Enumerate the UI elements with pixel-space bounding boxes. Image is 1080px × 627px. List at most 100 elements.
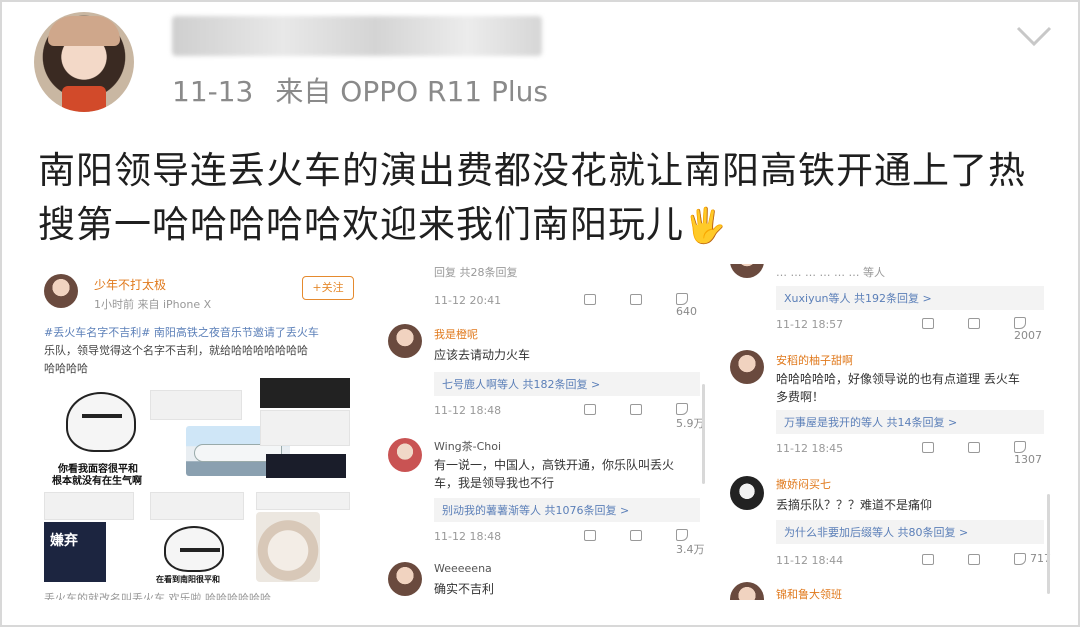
- image-text-snippet-2: [150, 492, 244, 520]
- shot3-c1-time: 11-12 18:57: [776, 318, 844, 331]
- like-icon: [676, 293, 688, 305]
- image-dark-stage: [260, 378, 350, 408]
- shot3-top-avatar: [730, 264, 764, 278]
- comment-icon[interactable]: [968, 552, 984, 565]
- post-body: 南阳领导连丢火车的演出费都没花就让南阳高铁开通上了热搜第一哈哈哈哈哈欢迎来我们南…: [38, 149, 1026, 246]
- image-text-snippet-3: [256, 492, 350, 510]
- scrollbar[interactable]: [1047, 494, 1050, 594]
- comment-icon[interactable]: [968, 440, 984, 466]
- shot2-c2-time: 11-12 18:48: [434, 404, 502, 417]
- comment-icon[interactable]: [968, 316, 984, 342]
- shot1-text-line2: 乐队，领导觉得这个名字不吉利，就给哈哈哈哈哈哈哈: [44, 344, 308, 357]
- shot3-c3-text: 丢摘乐队？？？难道不是痛仰: [776, 498, 933, 512]
- meme-face-image: [66, 392, 136, 452]
- dislike-sticker-text: 嫌弃: [50, 533, 78, 549]
- share-icon[interactable]: [922, 552, 938, 565]
- shot3-top-text: … … … … … … 等人: [776, 266, 885, 279]
- shot3-c2-actions: 1307: [922, 440, 1052, 466]
- embedded-screenshot-comments-1[interactable]: 回复 共28条回复 11-12 20:41 640 我是橙呢 应该去请动力火车 …: [382, 264, 707, 600]
- shot2-c3-text2: 车，我是领导我也不行: [434, 476, 555, 490]
- shot3-c3-time: 11-12 18:44: [776, 554, 844, 567]
- share-icon[interactable]: [584, 402, 600, 431]
- comment-icon[interactable]: [630, 402, 646, 431]
- shot2-c3-reply-summary[interactable]: 别动我的薯薯渐等人 共1076条回复 >: [434, 498, 700, 522]
- post-source: 来自 OPPO R11 Plus: [275, 75, 549, 108]
- post-meta: 11-13 来自 OPPO R11 Plus: [172, 70, 548, 110]
- shot2-c2-avatar: [388, 324, 422, 358]
- shot2-c3-text1: 有一说一，中国人，高铁开通，你乐队叫丢火: [434, 458, 675, 472]
- shot2-c3-actions: 3.4万: [584, 528, 707, 557]
- like-icon: [1014, 553, 1026, 565]
- shot2-c1-time: 11-12 20:41: [434, 294, 502, 307]
- scrollbar[interactable]: [702, 384, 705, 484]
- embedded-screenshot-weibo-post[interactable]: 少年不打太极 1小时前 来自 iPhone X +关注 #丢火车名字不吉利# 南…: [38, 264, 364, 600]
- shot3-c3-actions: 717: [922, 552, 1051, 565]
- username-blurred[interactable]: [172, 16, 542, 56]
- shot2-c3-user[interactable]: Wing茶-Choi: [434, 438, 501, 454]
- shot1-bottom-text: 丢火车的就改名叫丢火车 欢乐啦 哈哈哈哈哈哈: [44, 592, 271, 600]
- follow-button[interactable]: +关注: [302, 276, 354, 300]
- shot2-c2-user[interactable]: 我是橙呢: [434, 326, 478, 342]
- shot3-c1-actions: 2007: [922, 316, 1052, 342]
- dog-image: [256, 512, 320, 582]
- shot2-c2-text: 应该去请动力火车: [434, 348, 531, 362]
- shot2-c4-avatar: [388, 562, 422, 596]
- comment-icon[interactable]: [630, 528, 646, 557]
- like-icon: [676, 403, 688, 415]
- shot3-c2-time: 11-12 18:45: [776, 442, 844, 455]
- avatar[interactable]: [34, 12, 134, 112]
- shot3-c3-reply-summary[interactable]: 为什么非要加后缀等人 共80条回复 >: [776, 520, 1044, 544]
- like-button[interactable]: 640: [676, 292, 707, 318]
- chevron-down-icon[interactable]: [1016, 24, 1052, 48]
- shot3-c3-avatar: [730, 476, 764, 510]
- shot2-c3-time: 11-12 18:48: [434, 530, 502, 543]
- like-button[interactable]: 3.4万: [676, 528, 707, 557]
- shot1-meta: 1小时前 来自 iPhone X: [94, 298, 212, 311]
- shot3-c2-avatar: [730, 350, 764, 384]
- like-count: 5.9万: [676, 417, 705, 430]
- like-count: 3.4万: [676, 543, 705, 556]
- share-icon[interactable]: [584, 292, 600, 318]
- avatar-scarf: [62, 86, 106, 112]
- shot3-c2-text2: 多费啊！: [776, 390, 825, 404]
- share-icon[interactable]: [584, 528, 600, 557]
- meme-face-image-2: [164, 526, 224, 572]
- like-count: 2007: [1014, 329, 1042, 342]
- share-icon[interactable]: [922, 316, 938, 342]
- shot2-c2-reply-summary[interactable]: 七号鹿人啊等人 共182条回复 >: [434, 372, 700, 396]
- shot1-avatar: [44, 274, 78, 308]
- like-button[interactable]: 2007: [1014, 316, 1052, 342]
- embedded-screenshot-comments-2[interactable]: … … … … … … 等人 Xuxiyun等人 共192条回复 > 11-12…: [722, 264, 1052, 600]
- shot3-c4-avatar: [730, 582, 764, 600]
- shot3-c2-reply-summary[interactable]: 万事屋是我开的等人 共14条回复 >: [776, 410, 1044, 434]
- shot2-top-reply: 回复 共28条回复: [434, 266, 518, 279]
- shot2-c1-actions: 640: [584, 292, 707, 318]
- post-text: 南阳领导连丢火车的演出费都没花就让南阳高铁开通上了热搜第一哈哈哈哈哈欢迎来我们南…: [38, 144, 1048, 253]
- meme-caption-2: 根本就没有在生气啊: [52, 476, 142, 487]
- post-date: 11-13: [172, 75, 254, 108]
- like-button[interactable]: 717: [1014, 552, 1051, 565]
- shot2-c4-user[interactable]: Weeeeena: [434, 562, 492, 575]
- shot3-c1-reply-summary[interactable]: Xuxiyun等人 共192条回复 >: [776, 286, 1044, 310]
- comment-icon[interactable]: [630, 292, 646, 318]
- shot3-c3-user[interactable]: 撒娇闷买七: [776, 476, 831, 492]
- image-chat-snippet: [260, 410, 350, 446]
- image-screenshot-snippet: [150, 390, 242, 420]
- share-icon[interactable]: [922, 440, 938, 466]
- shot3-c4-user[interactable]: 锦和鲁大领班: [776, 586, 842, 600]
- shot1-username: 少年不打太极: [94, 278, 167, 292]
- like-count: 640: [676, 305, 697, 318]
- like-count: 1307: [1014, 453, 1042, 466]
- image-text-snippet-1: [44, 492, 134, 520]
- shot1-text-line3: 哈哈哈哈: [44, 362, 88, 375]
- hand-emoji-icon: 🖐: [684, 206, 728, 246]
- like-button[interactable]: 1307: [1014, 440, 1052, 466]
- post-card: 11-13 来自 OPPO R11 Plus 南阳领导连丢火车的演出费都没花就让南…: [0, 0, 1080, 627]
- like-icon: [676, 529, 688, 541]
- meme-caption-3: 在看到南阳很平和: [156, 575, 220, 584]
- shot2-c3-avatar: [388, 438, 422, 472]
- shot3-c2-text1: 哈哈哈哈哈，好像领导说的也有点道理 丢火车: [776, 372, 1020, 386]
- shot2-c2-actions: 5.9万: [584, 402, 707, 431]
- shot3-c2-user[interactable]: 安稻的柚子甜啊: [776, 352, 853, 368]
- image-night-concert: [266, 454, 346, 478]
